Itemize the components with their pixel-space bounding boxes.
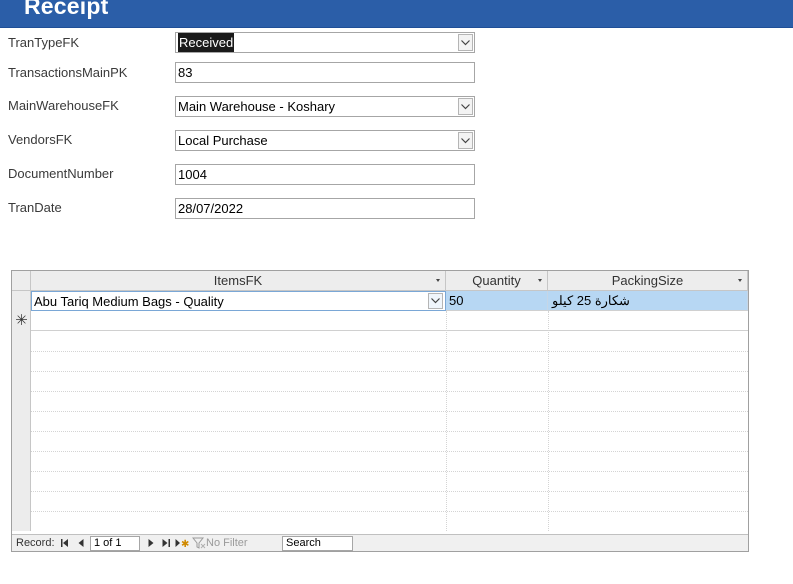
- grid-line: [548, 311, 549, 531]
- sort-arrow-icon[interactable]: [436, 279, 440, 282]
- items-datasheet[interactable]: ItemsFK Quantity PackingSize Abu Tariq M…: [11, 270, 749, 552]
- chevron-down-icon[interactable]: [428, 293, 443, 309]
- transactions-main-pk-field[interactable]: 83: [175, 62, 475, 83]
- form-header: Receipt: [0, 0, 793, 28]
- chevron-down-icon[interactable]: [458, 132, 473, 149]
- tran-date-label: TranDate: [8, 200, 62, 215]
- tran-date-value: 28/07/2022: [178, 201, 244, 216]
- grid-line: [31, 391, 748, 392]
- column-header-itemsfk[interactable]: ItemsFK: [31, 271, 446, 291]
- sort-arrow-icon[interactable]: [738, 279, 742, 282]
- next-record-icon[interactable]: [144, 536, 158, 550]
- vendors-label: VendorsFK: [8, 132, 73, 147]
- first-record-icon[interactable]: [58, 536, 72, 550]
- record-label: Record:: [16, 537, 55, 549]
- document-number-value: 1004: [178, 167, 207, 182]
- new-record-row[interactable]: [31, 311, 748, 331]
- select-all-corner[interactable]: [12, 271, 31, 291]
- grid-line: [31, 431, 748, 432]
- no-filter-label[interactable]: No Filter: [206, 537, 248, 549]
- grid-line: [31, 471, 748, 472]
- cell-quantity-value: 50: [449, 293, 464, 308]
- svg-text:✱: ✱: [181, 539, 189, 548]
- column-header-label: ItemsFK: [213, 273, 263, 288]
- grid-line: [31, 491, 748, 492]
- search-box[interactable]: Search: [282, 536, 353, 551]
- chevron-down-icon[interactable]: [458, 34, 473, 51]
- cell-packingsize[interactable]: شكارة 25 كيلو: [548, 291, 748, 311]
- column-header-packingsize[interactable]: PackingSize: [548, 271, 748, 291]
- sort-arrow-icon[interactable]: [538, 279, 542, 282]
- vendors-value: Local Purchase: [178, 133, 268, 148]
- column-header-quantity[interactable]: Quantity: [446, 271, 548, 291]
- tran-type-combo[interactable]: Received: [175, 32, 475, 53]
- grid-line: [31, 351, 748, 352]
- grid-line: [31, 371, 748, 372]
- cell-packingsize-value: شكارة 25 كيلو: [552, 293, 630, 308]
- chevron-down-icon[interactable]: [458, 98, 473, 115]
- cell-itemsfk-value: Abu Tariq Medium Bags - Quality: [34, 294, 224, 309]
- main-warehouse-value: Main Warehouse - Koshary: [178, 99, 336, 114]
- main-warehouse-label: MainWarehouseFK: [8, 98, 119, 113]
- last-record-icon[interactable]: [159, 536, 173, 550]
- grid-line: [446, 311, 447, 531]
- grid-line: [31, 411, 748, 412]
- previous-record-icon[interactable]: [74, 536, 88, 550]
- column-header-label: PackingSize: [611, 273, 684, 288]
- form-title: Receipt: [24, 0, 109, 19]
- cell-itemsfk[interactable]: Abu Tariq Medium Bags - Quality: [31, 291, 446, 311]
- tran-type-label: TranTypeFK: [8, 35, 80, 50]
- transactions-main-pk-value: 83: [178, 65, 193, 80]
- new-record-icon: ✳: [15, 312, 28, 329]
- tran-type-value: Received: [178, 33, 235, 52]
- grid-line: [31, 451, 748, 452]
- transactions-main-pk-label: TransactionsMainPK: [8, 65, 128, 80]
- new-record-icon[interactable]: ✱: [175, 536, 189, 550]
- cell-quantity[interactable]: 50: [446, 291, 548, 311]
- tran-date-field[interactable]: 28/07/2022: [175, 198, 475, 219]
- vendors-combo[interactable]: Local Purchase: [175, 130, 475, 151]
- grid-line: [31, 511, 748, 512]
- column-header-label: Quantity: [472, 273, 521, 288]
- record-navigation-bar: Record: 1 of 1 ✱ No Filter Search: [12, 534, 748, 551]
- filter-icon[interactable]: [192, 536, 206, 550]
- current-record-field[interactable]: 1 of 1: [90, 536, 140, 551]
- document-number-label: DocumentNumber: [8, 166, 114, 181]
- main-warehouse-combo[interactable]: Main Warehouse - Koshary: [175, 96, 475, 117]
- document-number-field[interactable]: 1004: [175, 164, 475, 185]
